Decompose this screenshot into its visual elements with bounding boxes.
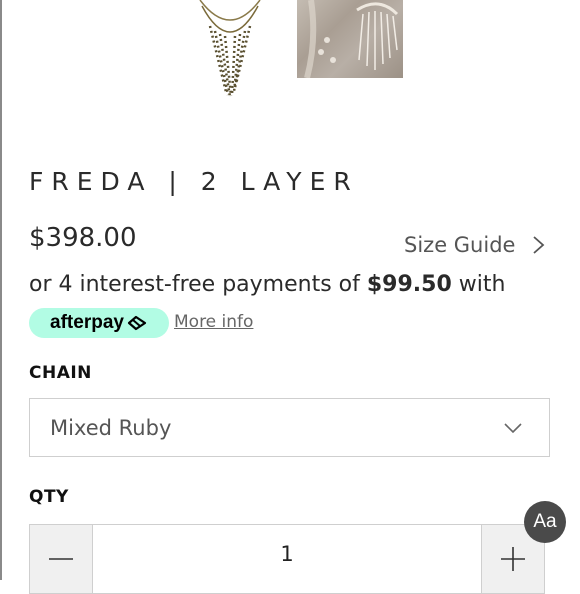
more-info-link[interactable]: More info bbox=[174, 312, 253, 332]
plus-icon bbox=[501, 547, 525, 571]
product-title: FREDA | 2 LAYER bbox=[29, 167, 359, 196]
minus-icon bbox=[49, 558, 73, 560]
installment-amount: $99.50 bbox=[366, 272, 452, 297]
installment-prefix: or 4 interest-free payments of bbox=[29, 272, 367, 297]
chain-select[interactable]: Mixed Ruby bbox=[29, 398, 550, 457]
lifestyle-image bbox=[304, 0, 399, 78]
afterpay-logo-text: afterpay bbox=[50, 312, 124, 333]
size-guide-link[interactable]: Size Guide bbox=[404, 233, 549, 257]
size-guide-label: Size Guide bbox=[404, 233, 516, 257]
chevron-down-icon bbox=[504, 423, 522, 434]
window-edge bbox=[0, 0, 2, 580]
quantity-value[interactable]: 1 bbox=[93, 525, 481, 593]
decrease-quantity-button[interactable] bbox=[30, 525, 93, 593]
necklace-image bbox=[199, 0, 261, 98]
installment-suffix: with bbox=[451, 272, 506, 297]
chevron-right-icon bbox=[533, 236, 545, 254]
font-size-accessibility-button[interactable]: Aa bbox=[524, 501, 566, 543]
quantity-stepper: 1 bbox=[29, 524, 545, 594]
afterpay-badge: afterpay bbox=[29, 308, 169, 338]
qty-label: QTY bbox=[29, 487, 69, 507]
afterpay-arrows-icon bbox=[127, 315, 147, 331]
product-price: $398.00 bbox=[29, 223, 137, 253]
chain-label: CHAIN bbox=[29, 363, 92, 383]
installment-text: or 4 interest-free payments of $99.50 wi… bbox=[29, 272, 505, 297]
chain-select-value: Mixed Ruby bbox=[50, 415, 172, 440]
product-thumbnail-necklace[interactable] bbox=[188, 0, 272, 98]
product-thumbnail-lifestyle[interactable] bbox=[297, 0, 403, 78]
